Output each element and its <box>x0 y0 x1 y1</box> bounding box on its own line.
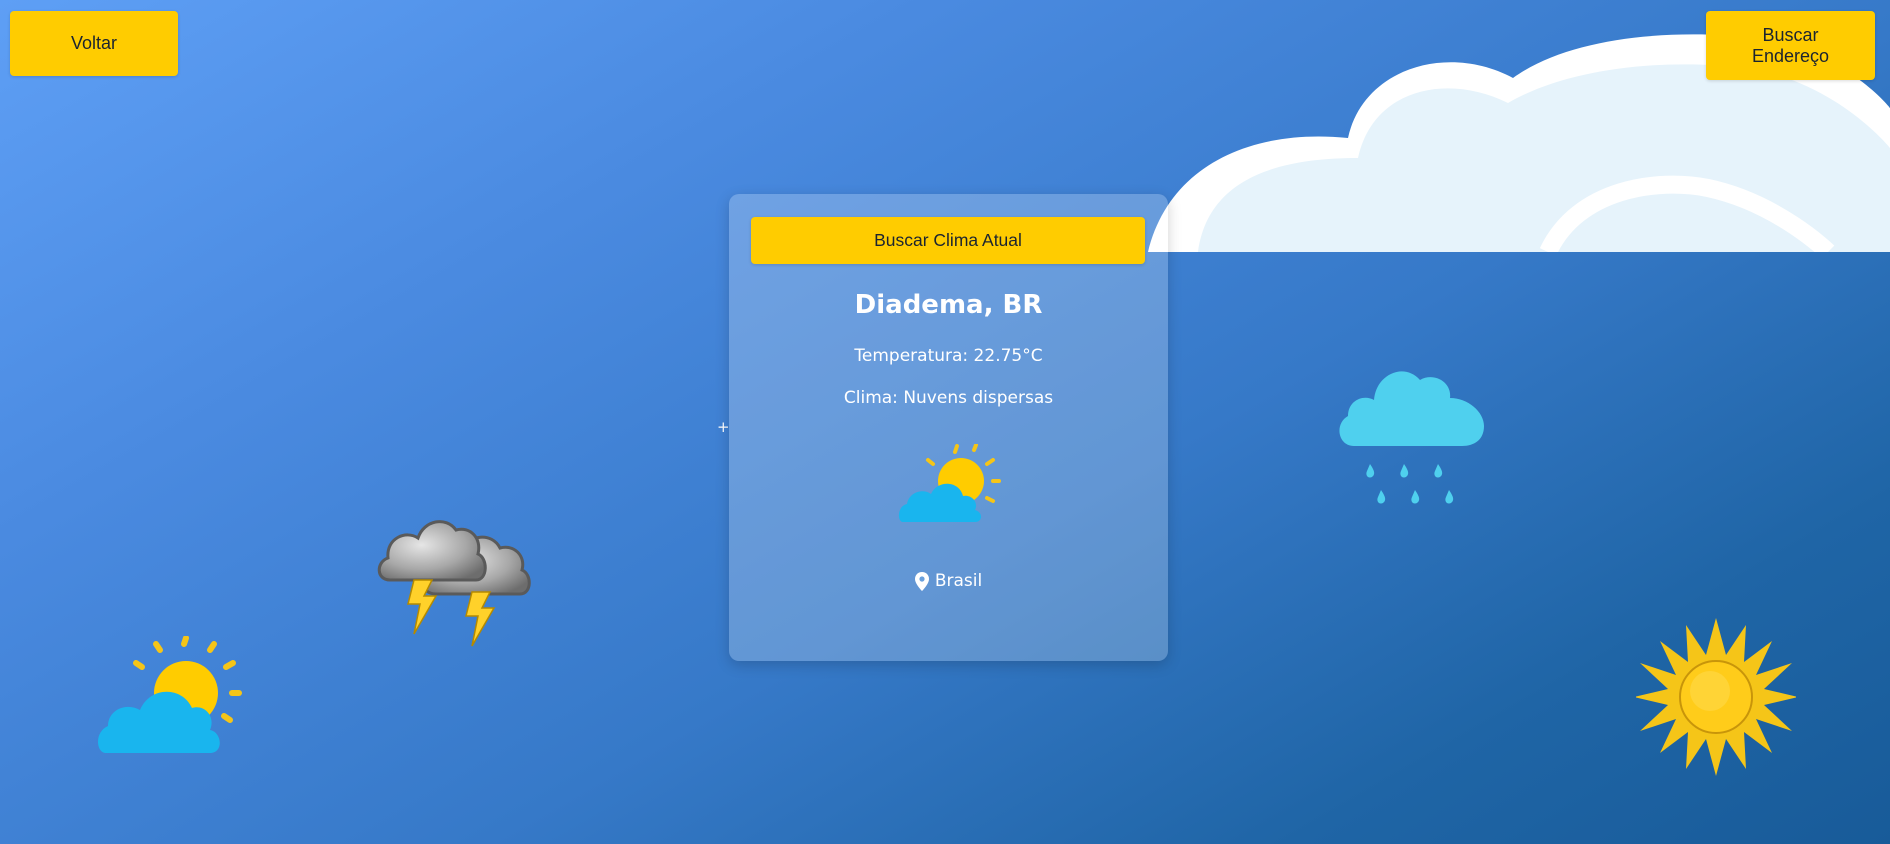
partly-cloudy-icon <box>898 444 1001 522</box>
weather-card: Buscar Clima Atual Diadema, BR Temperatu… <box>729 194 1168 661</box>
map-pin-icon <box>914 571 929 591</box>
search-weather-button[interactable]: Buscar Clima Atual <box>751 217 1145 264</box>
temperature-text: Temperatura: 22.75°C <box>854 346 1043 366</box>
country-name: Brasil <box>934 571 983 591</box>
partly-cloudy-icon <box>98 636 242 753</box>
storm-clouds-icon <box>377 520 531 647</box>
sun-icon <box>1636 618 1796 776</box>
back-button[interactable]: Voltar <box>10 11 178 76</box>
city-name: Diadema, BR <box>854 290 1043 320</box>
rain-cloud-icon <box>1339 371 1484 504</box>
country-row: Brasil <box>729 571 1168 591</box>
condition-text: Clima: Nuvens dispersas <box>843 388 1054 408</box>
plus-marker: + <box>717 418 730 436</box>
search-address-button[interactable]: Buscar Endereço <box>1706 11 1875 80</box>
